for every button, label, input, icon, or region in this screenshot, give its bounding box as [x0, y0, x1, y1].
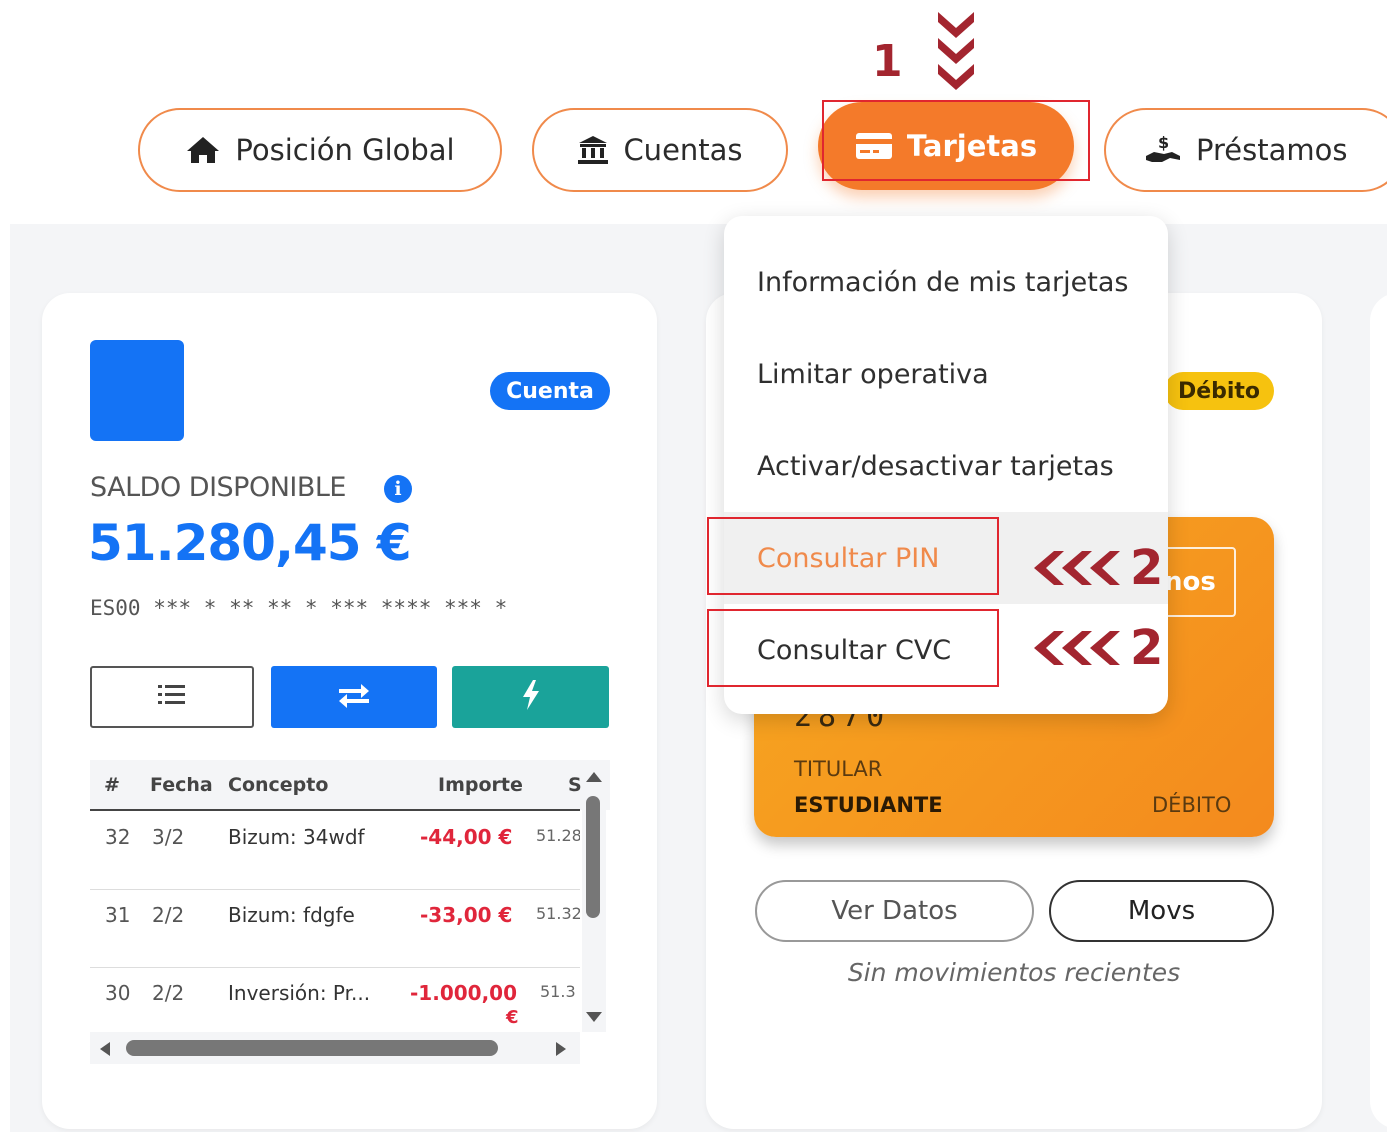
row-amount-currency: €	[506, 1007, 519, 1028]
horizontal-scroll-thumb[interactable]	[126, 1040, 498, 1056]
row-number: 32	[105, 825, 131, 849]
nav-label-posicion-global: Posición Global	[235, 133, 455, 167]
column-header-amount: Importe	[438, 774, 523, 796]
column-header-concept: Concepto	[228, 774, 329, 796]
row-concept: Inversión: Pr...	[228, 981, 371, 1005]
nav-label-cuentas: Cuentas	[623, 133, 743, 167]
row-concept: Bizum: 34wdf	[228, 825, 365, 849]
nav-cuentas[interactable]: Cuentas	[532, 108, 788, 192]
card-brand-text: nos	[1164, 567, 1216, 597]
loan-icon: $	[1144, 134, 1182, 166]
step-number-2: 2	[1130, 620, 1164, 676]
row-date: 3/2	[152, 825, 185, 849]
info-icon[interactable]: i	[384, 475, 412, 503]
row-balance: 51.3	[540, 982, 576, 1001]
bizum-button[interactable]	[452, 666, 609, 728]
menu-item-activate-cards[interactable]: Activar/desactivar tarjetas	[724, 420, 1168, 512]
balance-amount: 51.280,45 €	[88, 514, 412, 572]
row-number: 30	[105, 981, 131, 1005]
highlight-box-consultar-cvc	[707, 609, 999, 687]
row-amount: -44,00 €	[420, 825, 513, 849]
movements-button[interactable]: Movs	[1049, 880, 1274, 942]
balance-label: SALDO DISPONIBLE	[90, 472, 347, 503]
card-type-badge: Débito	[1164, 372, 1274, 410]
row-balance: 51.32	[536, 904, 580, 923]
vertical-scrollbar[interactable]	[582, 764, 606, 1032]
step-number-2: 2	[1130, 540, 1164, 596]
horizontal-scrollbar[interactable]	[90, 1032, 580, 1064]
nav-label-prestamos: Préstamos	[1196, 133, 1348, 167]
row-number: 31	[105, 903, 131, 927]
row-balance: 51.28	[536, 826, 580, 845]
nav-posicion-global[interactable]: Posición Global	[138, 108, 502, 192]
bank-icon	[577, 135, 609, 165]
table-row[interactable]: 32 3/2 Bizum: 34wdf -44,00 € 51.28	[90, 811, 580, 890]
next-card-edge	[1370, 293, 1387, 1129]
view-details-button[interactable]: Ver Datos	[755, 880, 1034, 942]
scroll-up-icon[interactable]	[584, 768, 604, 784]
scroll-down-icon[interactable]	[584, 1010, 604, 1026]
empty-movements-message: Sin movimientos recientes	[847, 958, 1181, 987]
iban-masked: ES00 *** * ** ** * *** **** *** *	[90, 596, 508, 620]
row-amount: -1.000,00	[410, 981, 517, 1005]
triple-chevron-left-icon	[1032, 547, 1122, 594]
table-row[interactable]: 31 2/2 Bizum: fdgfe -33,00 € 51.32	[90, 889, 580, 968]
table-row[interactable]: 30 2/2 Inversión: Pr... -1.000,00 € 51.3	[90, 967, 580, 1031]
list-icon	[157, 683, 187, 712]
column-header-number: #	[104, 774, 120, 796]
triple-chevron-left-icon	[1032, 627, 1122, 674]
column-header-balance: S	[568, 774, 582, 796]
row-concept: Bizum: fdgfe	[228, 903, 355, 927]
svg-text:$: $	[1158, 134, 1169, 152]
movements-list-button[interactable]	[90, 666, 254, 728]
card-holder-name: ESTUDIANTE	[794, 793, 943, 817]
nav-prestamos[interactable]: $ Préstamos	[1104, 108, 1387, 192]
menu-item-card-info[interactable]: Información de mis tarjetas	[724, 236, 1168, 328]
row-date: 2/2	[152, 981, 185, 1005]
row-amount: -33,00 €	[420, 903, 513, 927]
column-header-date: Fecha	[150, 774, 213, 796]
menu-item-limit-operations[interactable]: Limitar operativa	[724, 328, 1168, 420]
account-logo	[90, 340, 184, 441]
triple-chevron-down-icon	[934, 6, 978, 101]
transfer-button[interactable]	[271, 666, 437, 728]
card-type-label: DÉBITO	[1152, 793, 1232, 817]
lightning-icon	[520, 679, 542, 716]
scroll-left-icon[interactable]	[96, 1040, 112, 1058]
highlight-box-consultar-pin	[707, 517, 999, 595]
account-type-badge: Cuenta	[490, 372, 610, 410]
transfer-arrows-icon	[337, 682, 371, 713]
scroll-right-icon[interactable]	[554, 1040, 570, 1058]
step-number-1: 1	[872, 36, 903, 87]
table-body: 32 3/2 Bizum: 34wdf -44,00 € 51.28 31 2/…	[90, 811, 580, 1031]
row-date: 2/2	[152, 903, 185, 927]
card-holder-label: TITULAR	[794, 757, 883, 781]
home-icon	[185, 135, 221, 165]
vertical-scroll-thumb[interactable]	[586, 796, 600, 918]
highlight-box-tarjetas	[822, 100, 1090, 181]
